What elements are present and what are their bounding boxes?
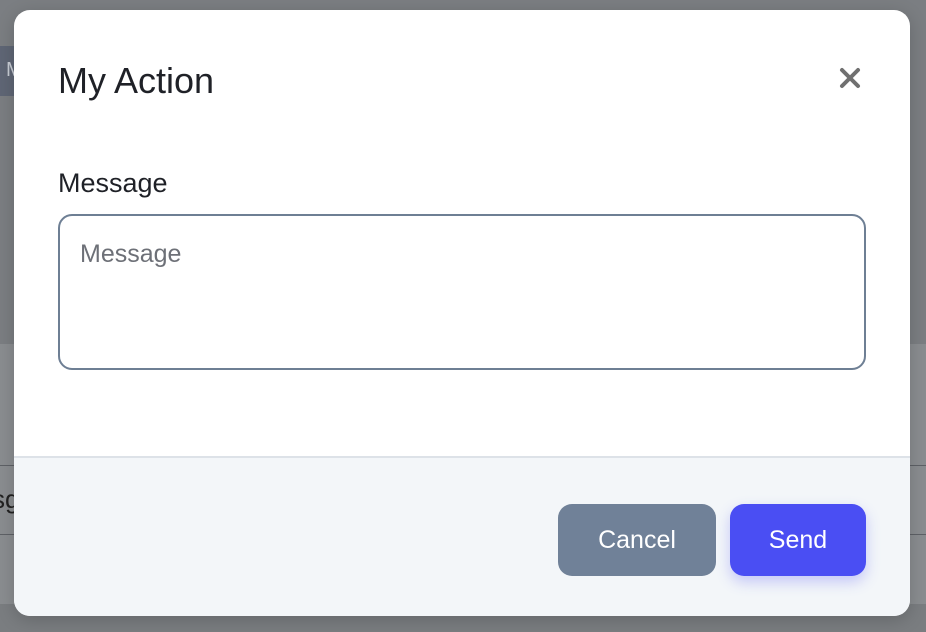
close-icon <box>840 68 860 88</box>
message-input[interactable] <box>58 214 866 370</box>
background-tab: M <box>0 46 23 96</box>
close-button[interactable] <box>830 58 870 98</box>
send-button[interactable]: Send <box>730 504 866 576</box>
modal-body: Message <box>14 150 910 456</box>
modal-header: My Action <box>14 10 910 150</box>
modal-footer: Cancel Send <box>14 456 910 616</box>
cancel-button[interactable]: Cancel <box>558 504 716 576</box>
modal-title: My Action <box>58 60 215 101</box>
message-label: Message <box>58 168 168 198</box>
action-modal: My Action Message Cancel Send <box>14 10 910 616</box>
